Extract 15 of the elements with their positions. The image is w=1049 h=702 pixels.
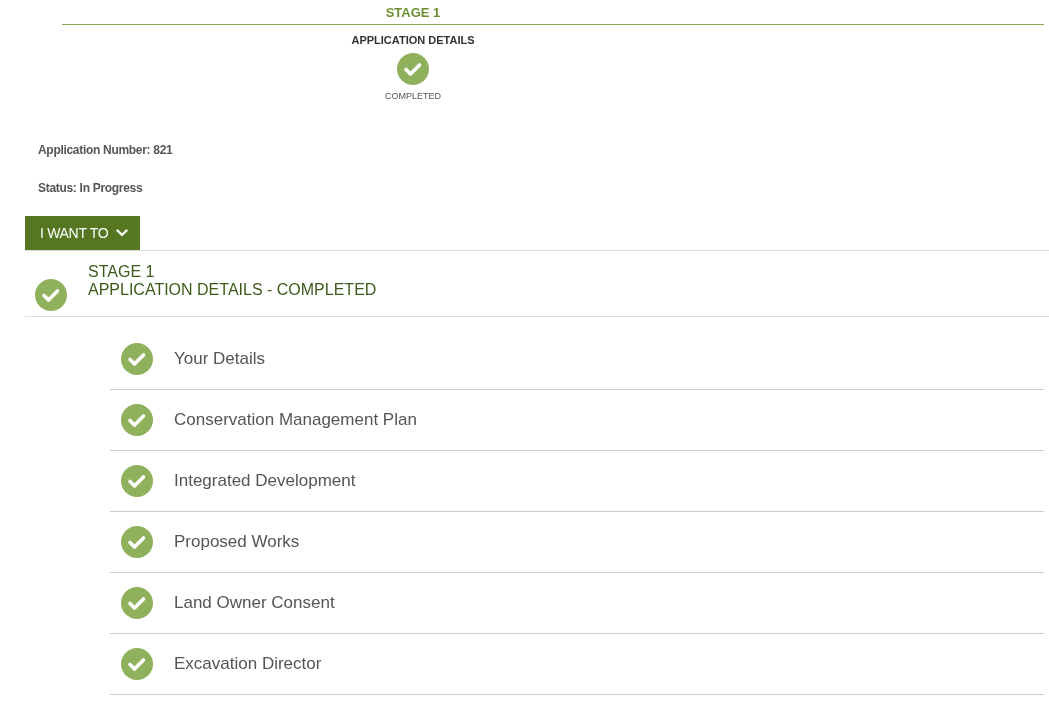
section-link[interactable]: Conservation Management Plan — [174, 410, 417, 430]
application-status: Status: In Progress — [38, 181, 144, 195]
caret-icon — [116, 229, 129, 237]
step-status: COMPLETED — [385, 91, 441, 101]
section-link[interactable]: Integrated Development — [174, 471, 356, 491]
section-link[interactable]: Excavation Director — [174, 654, 322, 674]
stage-title: STAGE 1 — [88, 263, 156, 281]
application-number: Application Number: 821 — [38, 143, 174, 157]
stage-label: STAGE 1 — [384, 5, 442, 20]
section-link[interactable]: Land Owner Consent — [174, 593, 335, 613]
step-title: APPLICATION DETAILS — [351, 34, 475, 46]
section-link[interactable]: Your Details — [174, 349, 266, 369]
section-link[interactable]: Proposed Works — [174, 532, 300, 552]
stage-subtitle: APPLICATION DETAILS - COMPLETED — [88, 281, 377, 299]
i-want-to-button[interactable]: I WANT TO — [25, 216, 141, 250]
